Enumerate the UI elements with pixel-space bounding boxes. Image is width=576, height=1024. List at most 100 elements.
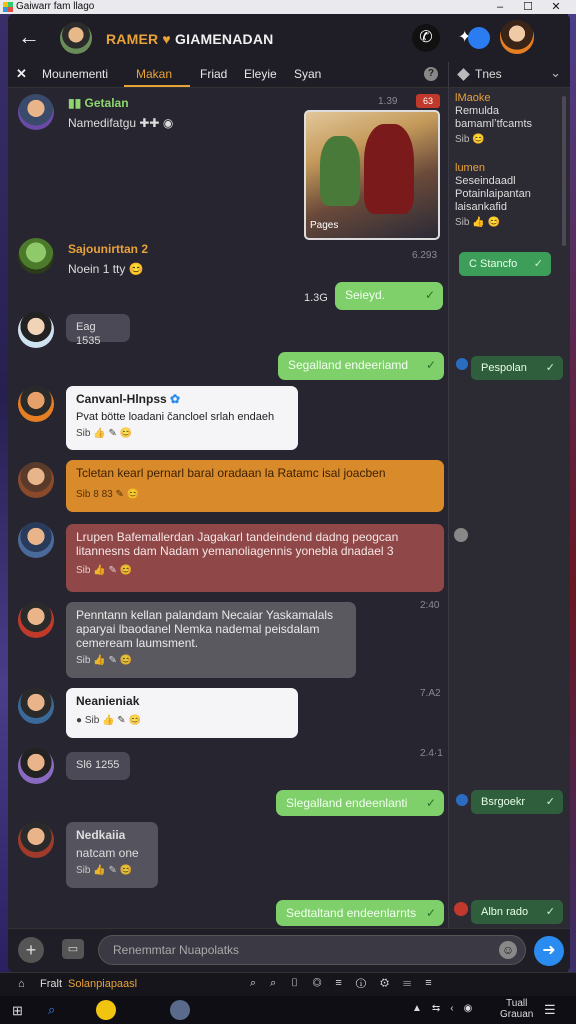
avatar[interactable]: [18, 602, 54, 638]
sidebar-card-meta: Sib 👍 😊: [455, 217, 500, 228]
message-text: Tcletan kearl pernarl baral oradaan la R…: [76, 466, 386, 480]
tab-syan[interactable]: Syan: [294, 67, 321, 81]
add-icon[interactable]: +: [18, 937, 44, 963]
message-bubble[interactable]: Sl6 1255: [66, 752, 130, 780]
active-tab-underline: [124, 85, 190, 87]
message-input[interactable]: Renemmtar Nuapolatks ☺: [98, 935, 526, 965]
sidebar-title: Tnes: [475, 67, 502, 81]
message-bubble[interactable]: Penntann kellan palandam Necaiar Yaskama…: [66, 602, 356, 678]
message-bubble[interactable]: Tcletan kearl pernarl baral oradaan la R…: [66, 460, 444, 512]
emoji-icon[interactable]: ☺: [499, 941, 517, 959]
message-meta: Sib 👍 ✎ 😊: [76, 428, 133, 439]
avatar[interactable]: [18, 688, 54, 724]
sidebar-header: Tnes ⌄: [449, 62, 570, 88]
sidebar-card[interactable]: lMaoke Remulda bamamlʼtfcamts Sib 😊: [455, 92, 551, 146]
start-icon[interactable]: ⊞: [12, 1003, 23, 1019]
sidebar-chip[interactable]: Albn rado ✓: [471, 900, 563, 924]
status-label: Solanpiapaasl: [68, 978, 138, 990]
message-meta: Sib 👍 ✎ 😊: [76, 565, 133, 576]
image-figure-left: [320, 136, 360, 206]
app-icon[interactable]: [96, 1000, 116, 1020]
help-icon[interactable]: ?: [424, 67, 438, 81]
message-input-bar: + ▭ Renemmtar Nuapolatks ☺ ➜: [8, 928, 570, 972]
message-text: Pvat bötte loadani čancloel srlah endaeh: [76, 411, 275, 423]
video-toggle-icon[interactable]: ✦: [458, 26, 490, 50]
sidebar-card-text: Remulda bamamlʼtfcamts: [455, 105, 533, 130]
avatar[interactable]: [60, 22, 92, 54]
tab-makan[interactable]: Makan: [136, 67, 172, 81]
image-figure-right: [364, 124, 414, 214]
tab-friad[interactable]: Friad: [200, 67, 227, 81]
call-icon[interactable]: ✆: [412, 24, 440, 52]
message-text: natcam one: [76, 846, 139, 860]
scrollbar[interactable]: [562, 96, 566, 246]
avatar[interactable]: [18, 748, 54, 784]
back-arrow-icon[interactable]: ←: [18, 26, 42, 50]
attach-icon[interactable]: ▭: [62, 939, 84, 959]
outgoing-message[interactable]: Seieyd. ✓: [335, 282, 443, 310]
tab-eleyie[interactable]: Eleyie: [244, 67, 277, 81]
alert-dot-icon: [454, 902, 468, 916]
search-icon[interactable]: ⌕: [48, 1002, 55, 1018]
avatar[interactable]: [18, 238, 54, 274]
home-icon[interactable]: ⌂: [18, 978, 25, 990]
message-input-placeholder: Renemmtar Nuapolatks: [113, 943, 240, 957]
avatar[interactable]: [18, 522, 54, 558]
status-icons[interactable]: ⌕⌕▯◎≡ⓘ⚙☰≡: [250, 977, 446, 990]
message-bubble[interactable]: Lrupen Bafemallerdan Jagakarl tandeinden…: [66, 524, 444, 592]
close-icon[interactable]: ✕: [16, 66, 27, 82]
status-left-text: Fralt: [40, 978, 62, 990]
image-caption: Pages: [310, 220, 339, 231]
message-meta: Sib 8 83 ✎ 😊: [76, 489, 140, 500]
timestamp: 1.3G: [304, 292, 328, 304]
clock: Tuall Grauan: [500, 998, 534, 1020]
chevron-down-icon[interactable]: ⌄: [550, 65, 561, 81]
timestamp: 2:40: [420, 600, 440, 611]
tab-bar: ✕ Mounementi Makan Friad Eleyie Syan ?: [8, 62, 448, 88]
status-dot-icon: [454, 528, 468, 542]
tab-mounementi[interactable]: Mounementi: [42, 67, 108, 81]
sidebar-card-name: lumen: [455, 162, 485, 174]
message: ▮▮ Getalan Namedifatgu ✚✚ ◉: [68, 96, 288, 130]
send-button[interactable]: ➜: [534, 936, 564, 966]
avatar[interactable]: [18, 822, 54, 858]
profile-avatar[interactable]: [500, 20, 534, 54]
chat-title: RAMER ♥ GIAMENADAN: [106, 31, 274, 47]
maximize-icon[interactable]: ☐: [518, 0, 538, 14]
chat-app: ← RAMER ♥ GIAMENADAN ✆ ✦ ✕ Mounementi Ma…: [8, 14, 570, 972]
sidebar-card-text: Seseindaadl Potainlaipantan laisankafid: [455, 175, 531, 213]
sidebar-card[interactable]: lumen Seseindaadl Potainlaipantan laisan…: [455, 162, 551, 229]
message-bubble[interactable]: Neanieniak ● Sib 👍 ✎ 😊: [66, 688, 298, 738]
message-bubble[interactable]: Nedkaiia natcam one Sib 👍 ✎ 😊: [66, 822, 158, 888]
read-receipt-icon: [456, 794, 468, 806]
notifications-icon[interactable]: ☰: [544, 1002, 556, 1018]
outgoing-message[interactable]: Sedtaltand endeenlarnts ✓: [276, 900, 444, 926]
close-window-icon[interactable]: ✕: [546, 0, 566, 14]
avatar[interactable]: [18, 386, 54, 422]
avatar[interactable]: [18, 462, 54, 498]
sidebar-chip[interactable]: C Stancfo ✓: [459, 252, 551, 276]
outgoing-message[interactable]: Slegalland endeenlanti ✓: [276, 790, 444, 816]
minimize-icon[interactable]: –: [490, 0, 510, 14]
sidebar-chip[interactable]: Bsrgoekr ✓: [471, 790, 563, 814]
shared-image[interactable]: Pages: [304, 110, 440, 240]
chat-header: ← RAMER ♥ GIAMENADAN ✆ ✦: [8, 14, 570, 62]
sender-name: Sajounirttan 2: [68, 242, 149, 256]
avatar[interactable]: [18, 312, 54, 348]
message-bubble[interactable]: Eag 1535: [66, 314, 130, 347]
diamond-icon: [457, 68, 470, 81]
status-bar: ⌂ Fralt Solanpiapaasl ⌕⌕▯◎≡ⓘ⚙☰≡: [0, 972, 576, 996]
taskbar: ⊞ ⌕ ▲⇆‹◉ Tuall Grauan ☰: [0, 996, 576, 1024]
message-meta: Sib 👍 ✎ 😊: [76, 865, 133, 876]
timestamp: 1.39: [378, 96, 398, 107]
sidebar-chip[interactable]: Pespolan ✓: [471, 356, 563, 380]
message-text: Lrupen Bafemallerdan Jagakarl tandeinden…: [76, 530, 399, 558]
message-text: Penntann kellan palandam Necaiar Yaskama…: [76, 608, 334, 650]
app-icon[interactable]: [170, 1000, 190, 1020]
message-bubble[interactable]: Canvanl-Hlnpss ✿ Pvat bötte loadani čanc…: [66, 386, 298, 450]
tray-icons[interactable]: ▲⇆‹◉: [412, 1003, 482, 1014]
avatar[interactable]: [18, 94, 54, 130]
timestamp: 6.293: [412, 250, 438, 261]
message-meta: ● Sib 👍 ✎ 😊: [76, 715, 141, 726]
outgoing-message[interactable]: Segalland endeeriamd ✓: [278, 352, 444, 380]
